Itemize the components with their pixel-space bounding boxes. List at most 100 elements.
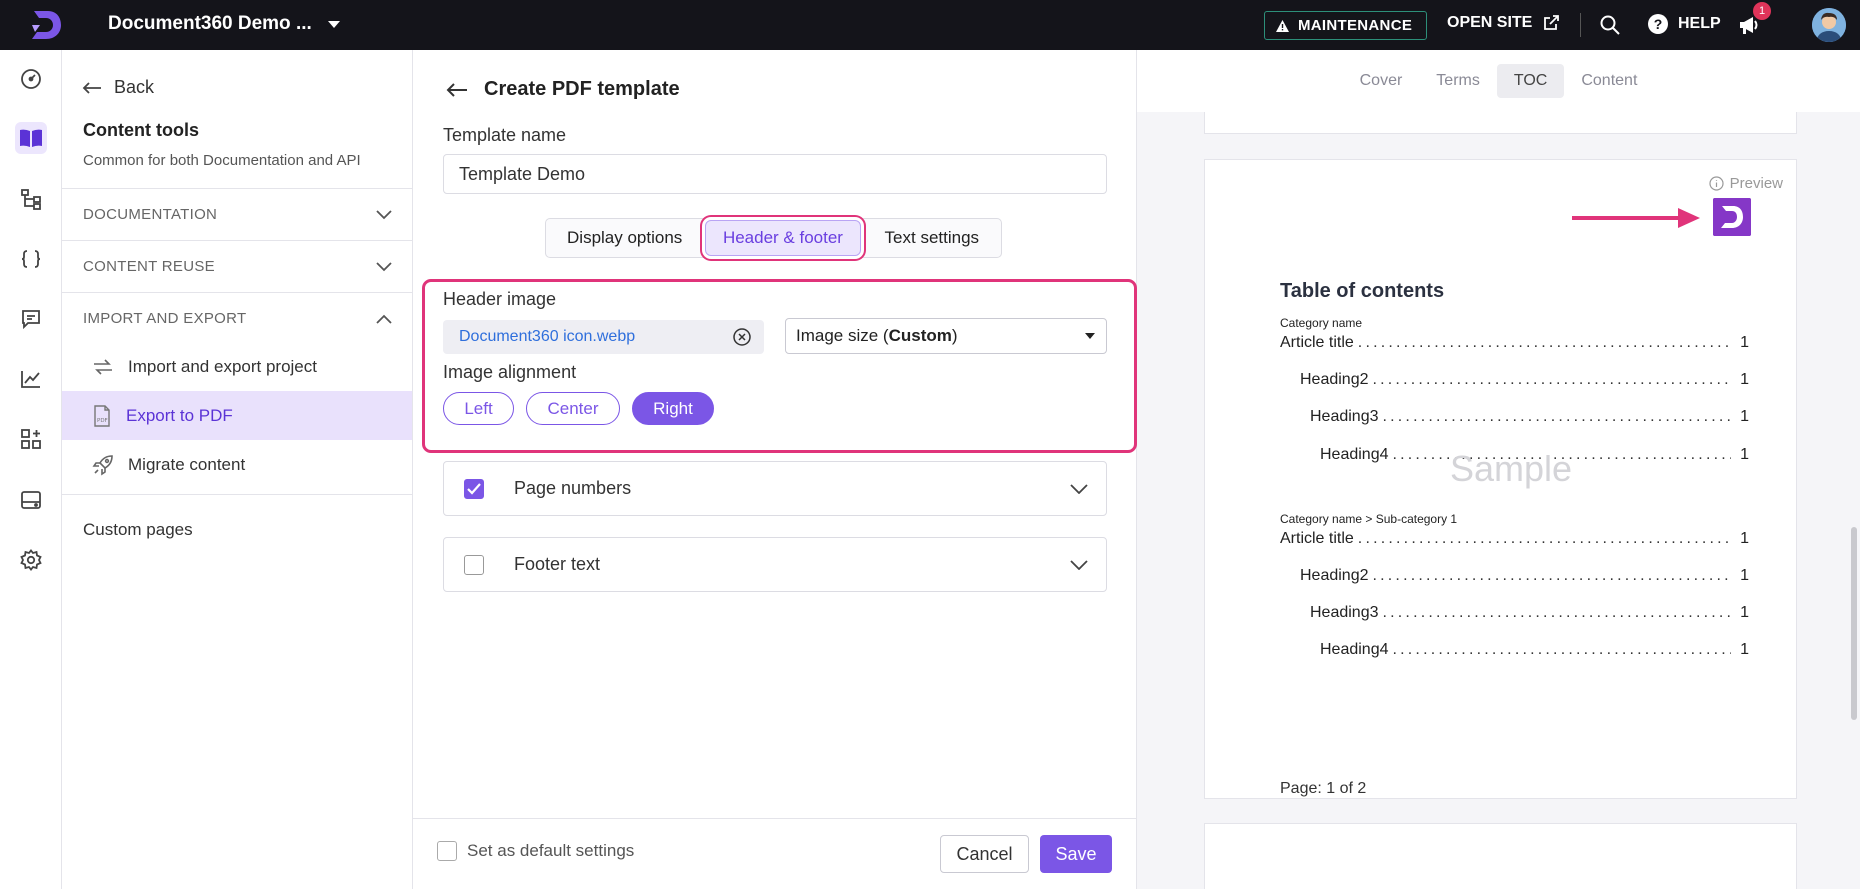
toc-row: Article title...........................… <box>1280 530 1749 547</box>
drive-icon[interactable] <box>15 484 47 516</box>
default-settings-checkbox[interactable]: Set as default settings <box>437 841 634 861</box>
clear-icon[interactable] <box>732 327 752 347</box>
toc-row: Article title...........................… <box>1280 334 1749 351</box>
image-size-value: Image size (Custom) <box>796 326 958 345</box>
sidebar-item-label: Import and export project <box>128 356 317 376</box>
toc-category: Category name <box>1280 316 1363 330</box>
header-image-file[interactable]: Document360 icon.webp <box>443 320 764 354</box>
footer-text-checkbox[interactable] <box>464 554 484 575</box>
sidebar-item-import-export-project[interactable]: Import and export project <box>62 342 412 391</box>
toc-row: Heading4................................… <box>1320 641 1749 658</box>
sidebar-item-export-to-pdf[interactable]: PDF Export to PDF <box>62 391 412 440</box>
footer-text-label: Footer text <box>514 554 601 574</box>
tab-text-settings[interactable]: Text settings <box>863 218 1001 258</box>
integrations-icon[interactable] <box>15 423 47 455</box>
align-right-button[interactable]: Right <box>632 392 714 425</box>
avatar[interactable] <box>1812 8 1846 42</box>
sidebar: Back Content tools Common for both Docum… <box>62 50 413 889</box>
page-numbers-checkbox[interactable] <box>464 478 484 499</box>
category-tree-icon[interactable] <box>15 183 47 215</box>
pdf-preview-panel: Cover Terms TOC Content Preview Table of… <box>1137 50 1860 889</box>
save-button[interactable]: Save <box>1040 835 1112 873</box>
align-left-button[interactable]: Left <box>443 392 514 425</box>
maintenance-button[interactable]: MAINTENANCE <box>1264 11 1428 40</box>
sidebar-item-custom-pages[interactable]: Custom pages <box>83 520 193 540</box>
section-documentation[interactable]: DOCUMENTATION <box>62 188 412 240</box>
sidebar-item-migrate-content[interactable]: Migrate content <box>62 440 412 489</box>
toc-category: Category name > Sub-category 1 <box>1280 512 1458 526</box>
footer-text-accordion[interactable]: Footer text <box>443 537 1107 592</box>
default-settings-label: Set as default settings <box>467 841 635 860</box>
tab-toc[interactable]: TOC <box>1496 64 1565 98</box>
scrollbar-thumb[interactable] <box>1851 527 1857 720</box>
external-link-icon <box>1544 15 1560 30</box>
search-icon[interactable] <box>1599 14 1621 36</box>
maintenance-label: MAINTENANCE <box>1298 17 1413 34</box>
chevron-down-icon <box>327 20 340 28</box>
preview-tabs: Cover Terms TOC Content <box>1137 50 1860 112</box>
check-icon <box>467 482 481 495</box>
help-button[interactable]: ? HELP <box>1648 14 1721 34</box>
sidebar-item-label: Export to PDF <box>126 405 233 425</box>
analytics-icon[interactable] <box>15 363 47 395</box>
chevron-down-icon <box>1070 483 1088 494</box>
icon-rail <box>0 50 62 889</box>
tab-header-footer[interactable]: Header & footer <box>703 218 862 258</box>
sidebar-title: Content tools <box>83 120 199 140</box>
notification-badge: 1 <box>1753 2 1771 20</box>
divider <box>1580 13 1581 37</box>
image-alignment-label: Image alignment <box>443 362 577 382</box>
top-bar: Document360 Demo ... MAINTENANCE OPEN SI… <box>0 0 1860 50</box>
page-numbers-accordion[interactable]: Page numbers <box>443 461 1107 516</box>
image-size-select[interactable]: Image size (Custom) <box>785 318 1107 354</box>
rocket-icon <box>92 454 113 475</box>
section-import-export[interactable]: IMPORT AND EXPORT <box>62 292 412 344</box>
tab-cover[interactable]: Cover <box>1343 64 1420 98</box>
section-label: DOCUMENTATION <box>83 206 218 223</box>
previous-page <box>1204 112 1797 134</box>
sidebar-subtitle: Common for both Documentation and API <box>83 152 361 169</box>
project-switcher[interactable]: Document360 Demo ... <box>108 13 340 35</box>
dashboard-icon[interactable] <box>15 63 47 95</box>
checkbox[interactable] <box>437 841 457 861</box>
document360-logo[interactable] <box>28 8 64 42</box>
align-center-button[interactable]: Center <box>526 392 620 425</box>
svg-text:PDF: PDF <box>97 418 108 424</box>
settings-icon[interactable] <box>15 544 47 576</box>
help-label: HELP <box>1678 15 1721 32</box>
back-button[interactable]: Back <box>82 77 154 98</box>
header-logo-image <box>1713 198 1751 236</box>
preview-label: Preview <box>1709 175 1783 192</box>
knowledge-base-icon[interactable] <box>15 122 47 154</box>
warning-icon <box>1276 19 1289 32</box>
arrow-left-icon[interactable] <box>446 82 468 98</box>
import-export-icon <box>94 358 112 375</box>
template-name-label: Template name <box>443 125 567 145</box>
api-icon[interactable] <box>15 243 47 275</box>
header-image-label: Header image <box>443 289 557 309</box>
page-title: Create PDF template <box>484 78 680 100</box>
open-site-label: OPEN SITE <box>1447 14 1533 31</box>
divider <box>62 494 412 495</box>
annotation-arrow-icon <box>1572 208 1700 228</box>
open-site-link[interactable]: OPEN SITE <box>1447 14 1560 32</box>
preview-scrollbar[interactable] <box>1851 112 1857 889</box>
section-content-reuse[interactable]: CONTENT REUSE <box>62 240 412 292</box>
next-page <box>1204 823 1797 889</box>
sample-watermark: Sample <box>1450 448 1573 489</box>
template-name-input[interactable]: Template Demo <box>443 154 1107 194</box>
cancel-button[interactable]: Cancel <box>940 835 1029 873</box>
form-header: Create PDF template <box>446 78 680 101</box>
tab-terms[interactable]: Terms <box>1419 64 1497 98</box>
pdf-template-form: Create PDF template Template name Templa… <box>413 50 1137 889</box>
toc-row: Heading3................................… <box>1310 408 1749 425</box>
chevron-down-icon <box>376 261 392 271</box>
tab-display-options[interactable]: Display options <box>546 218 703 258</box>
page-number: Page: 1 of 2 <box>1280 780 1367 797</box>
toc-row: Heading2................................… <box>1300 567 1749 584</box>
feedback-icon[interactable] <box>15 303 47 335</box>
tab-content[interactable]: Content <box>1564 64 1654 98</box>
back-label: Back <box>114 77 155 97</box>
chevron-up-icon <box>376 314 392 324</box>
section-label: IMPORT AND EXPORT <box>83 310 247 327</box>
